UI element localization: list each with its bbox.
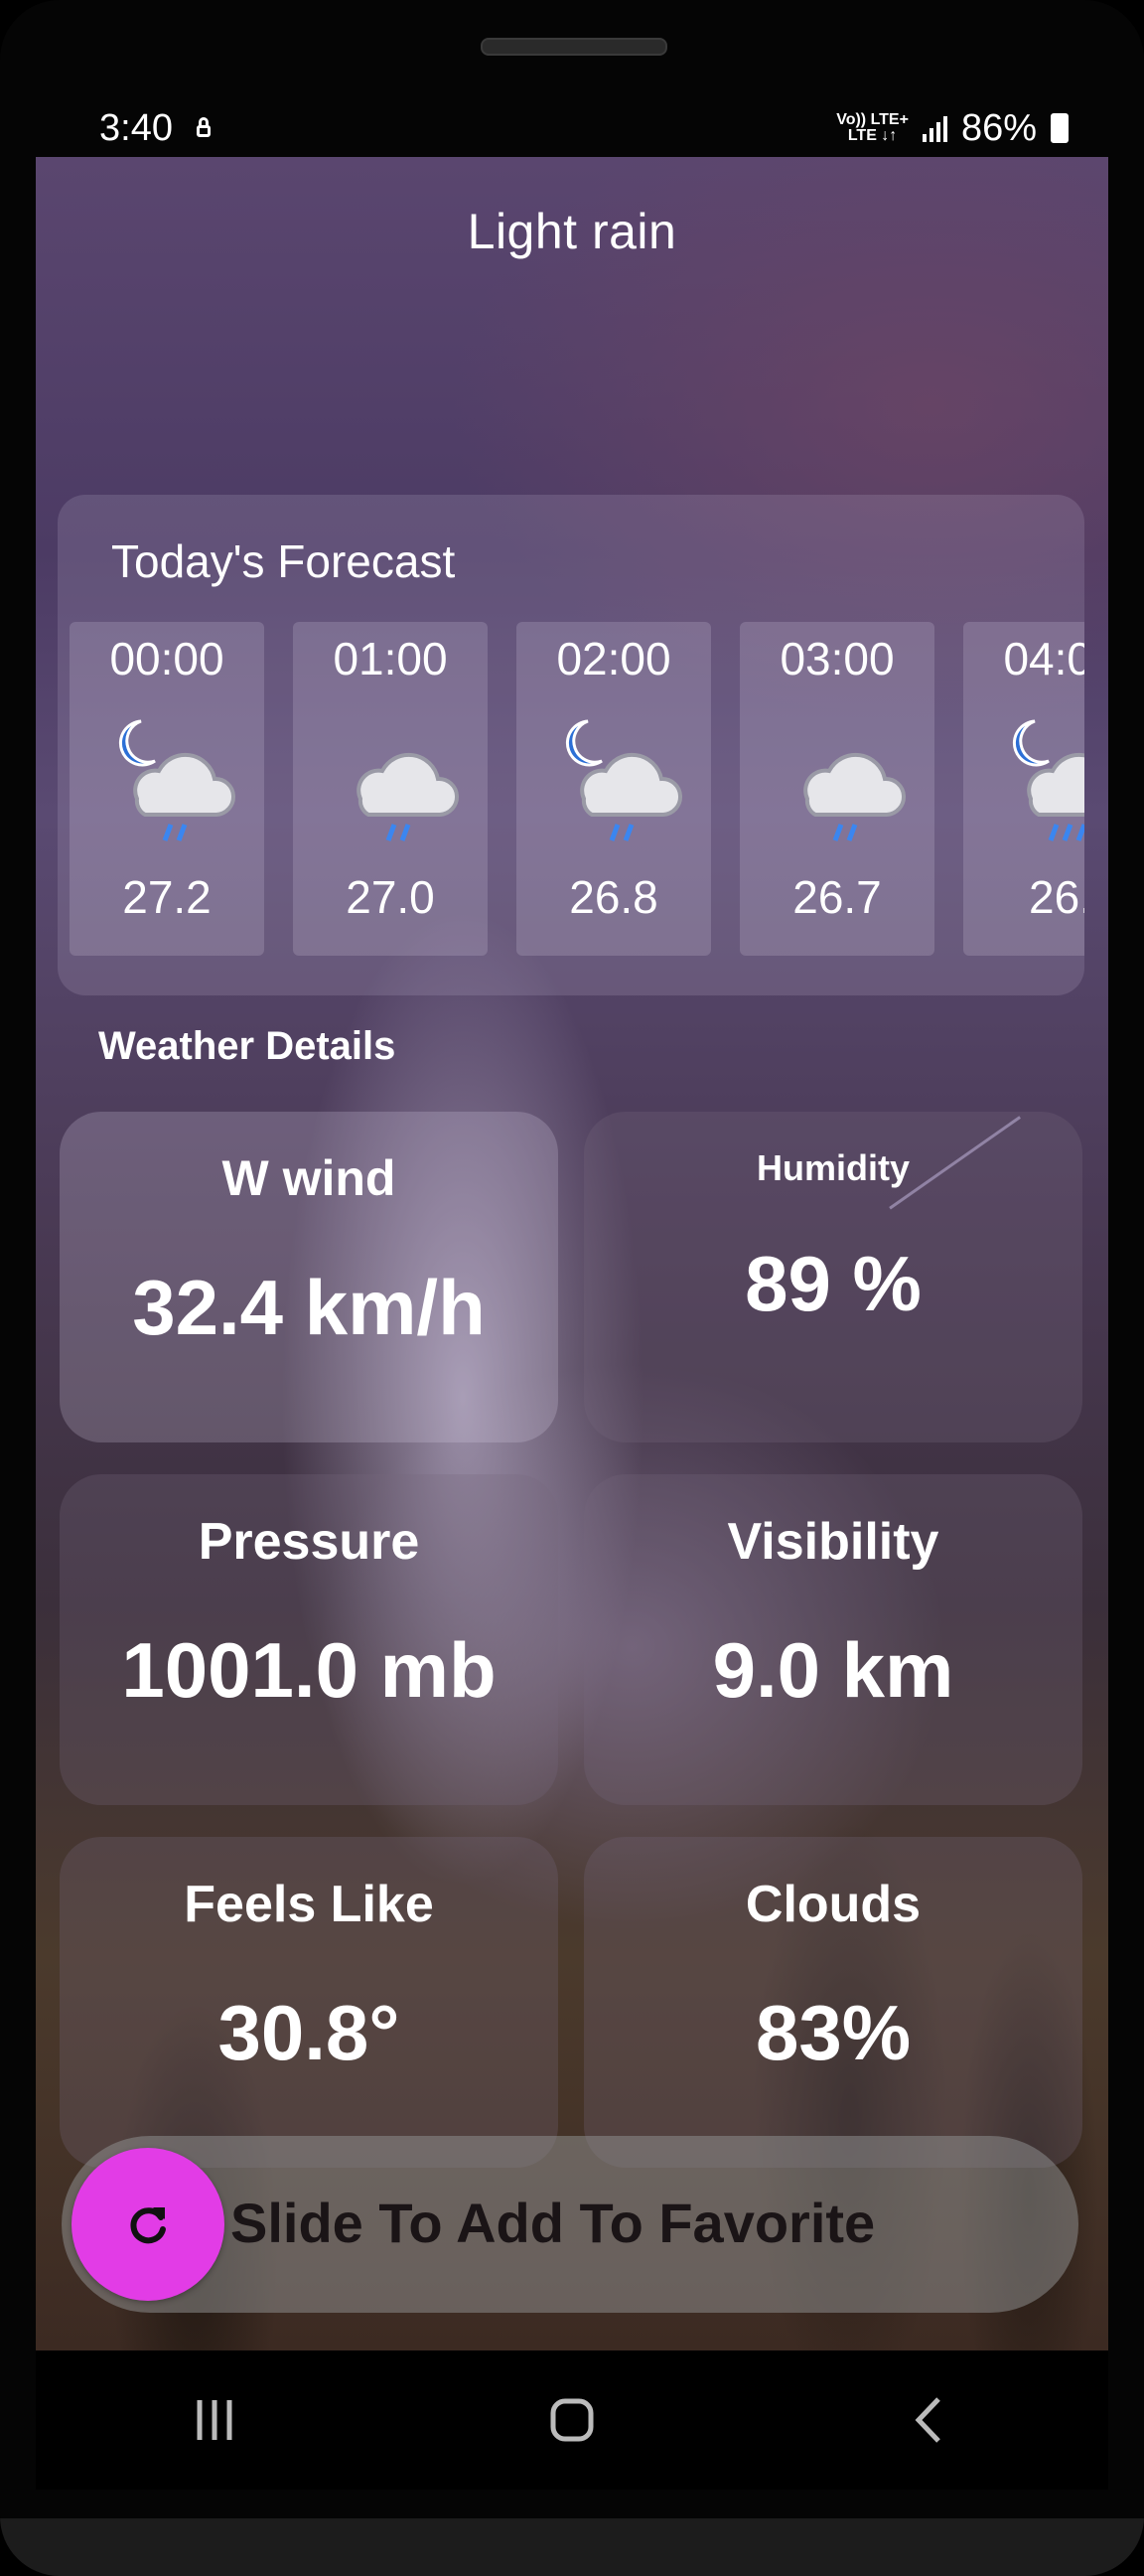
- pressure-value: 1001.0 mb: [121, 1626, 497, 1714]
- battery-icon: [1051, 113, 1069, 143]
- hour-card[interactable]: 04:00 26.: [963, 622, 1084, 956]
- recent-apps-button[interactable]: [155, 2370, 274, 2470]
- back-icon: [915, 2397, 940, 2443]
- hour-temp: 27.2: [122, 871, 212, 923]
- wind-value: 32.4 km/h: [132, 1264, 486, 1351]
- pressure-label: Pressure: [198, 1513, 420, 1571]
- humidity-card: Humidity 89 %: [584, 1112, 1082, 1442]
- hour-temp: 26.8: [569, 871, 658, 923]
- clouds-value: 83%: [755, 1989, 912, 2076]
- todays-forecast-panel[interactable]: Today's Forecast 00:00 27.2 01:00 27.0 0…: [58, 495, 1084, 995]
- recent-apps-icon: [197, 2400, 232, 2440]
- visibility-card: Visibility 9.0 km: [584, 1474, 1082, 1805]
- phone-frame: 3:40 Vo)) LTE+ LTE ↓↑ 86% Light rain Tod…: [0, 0, 1144, 2576]
- night-cloud-heavy-rain-icon: [1012, 719, 1084, 841]
- humidity-label: Humidity: [756, 1147, 910, 1188]
- pressure-card: Pressure 1001.0 mb: [60, 1474, 558, 1805]
- home-icon: [550, 2398, 594, 2442]
- hour-time: 04:00: [1003, 633, 1084, 684]
- speaker-grille: [481, 38, 667, 56]
- hour-time: 00:00: [109, 633, 224, 684]
- wind-card: W wind 32.4 km/h: [60, 1112, 558, 1442]
- hour-card[interactable]: 03:00 26.7: [740, 622, 934, 956]
- app-screen: Light rain Today's Forecast 00:00 27.2 0…: [36, 157, 1108, 2350]
- hour-time: 01:00: [333, 633, 448, 684]
- hour-time: 03:00: [780, 633, 895, 684]
- cloud-rain-icon: [803, 752, 907, 841]
- signal-icon: [922, 114, 947, 142]
- visibility-label: Visibility: [727, 1513, 939, 1571]
- forecast-title: Today's Forecast: [111, 535, 456, 587]
- battery-percent: 86%: [960, 106, 1037, 149]
- night-cloud-rain-icon: [565, 719, 683, 841]
- refresh-icon: [130, 2207, 166, 2244]
- visibility-value: 9.0 km: [712, 1626, 954, 1714]
- cloud-rain-icon: [357, 752, 460, 841]
- feels-like-card: Feels Like 30.8°: [60, 1837, 558, 2168]
- back-button[interactable]: [870, 2370, 989, 2470]
- feels-like-label: Feels Like: [184, 1876, 434, 1933]
- slider-text: Slide To Add To Favorite: [230, 2192, 876, 2254]
- hour-time: 02:00: [556, 633, 671, 684]
- hour-temp: 26.: [1029, 871, 1084, 923]
- weather-condition: Light rain: [467, 204, 677, 259]
- hour-card[interactable]: 02:00 26.8: [516, 622, 711, 956]
- feels-like-value: 30.8°: [217, 1989, 400, 2076]
- favorite-slider[interactable]: Slide To Add To Favorite: [62, 2136, 1078, 2313]
- lock-icon: [195, 117, 213, 139]
- hourly-forecast-list[interactable]: 00:00 27.2 01:00 27.0 02:00 26.8 03:00 2…: [70, 622, 1084, 956]
- night-cloud-rain-icon: [118, 719, 236, 841]
- wind-label: W wind: [221, 1150, 396, 1206]
- android-nav-bar: [36, 2350, 1108, 2490]
- hour-card[interactable]: 01:00 27.0: [293, 622, 488, 956]
- status-time: 3:40: [99, 106, 173, 149]
- slider-thumb[interactable]: [72, 2148, 224, 2301]
- status-bar: 3:40 Vo)) LTE+ LTE ↓↑ 86%: [36, 95, 1108, 161]
- home-button[interactable]: [512, 2370, 632, 2470]
- hour-card[interactable]: 00:00 27.2: [70, 622, 264, 956]
- device-bottom-bezel: [0, 2518, 1144, 2576]
- clouds-label: Clouds: [745, 1876, 922, 1933]
- network-indicator: Vo)) LTE+ LTE ↓↑: [836, 111, 909, 144]
- hour-temp: 26.7: [792, 871, 882, 923]
- weather-details-title: Weather Details: [98, 1024, 396, 1068]
- humidity-value: 89 %: [745, 1240, 922, 1327]
- clouds-card: Clouds 83%: [584, 1837, 1082, 2168]
- hour-temp: 27.0: [346, 871, 435, 923]
